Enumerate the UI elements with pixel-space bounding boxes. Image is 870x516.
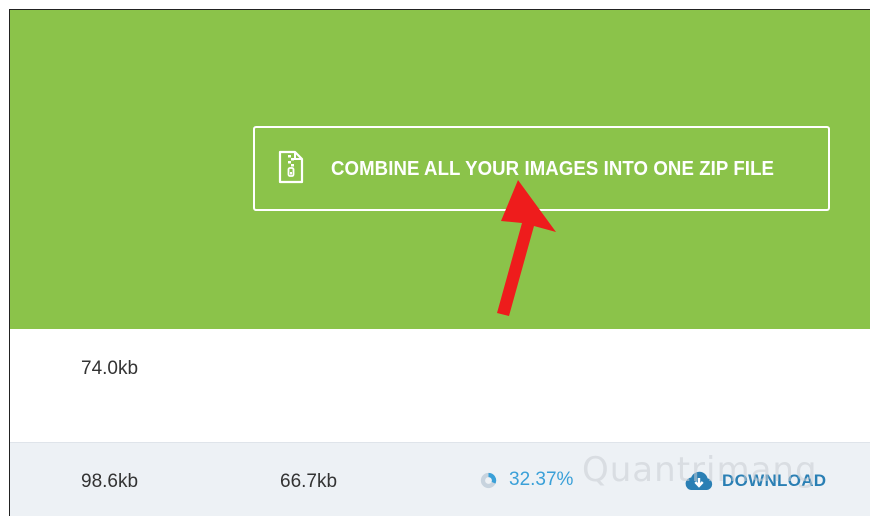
- savings-percent: 32.37%: [509, 469, 574, 490]
- table-row: 74.0kb: [10, 329, 870, 442]
- download-button[interactable]: DOWNLOAD: [684, 470, 826, 492]
- zip-file-icon: [278, 150, 304, 184]
- new-size: 66.7kb: [280, 471, 338, 492]
- cloud-download-icon: [685, 471, 713, 490]
- combine-zip-label: COMBINE ALL YOUR IMAGES INTO ONE ZIP FIL…: [331, 158, 775, 180]
- original-size: 74.0kb: [81, 358, 139, 379]
- savings-indicator: 32.37%: [480, 469, 573, 491]
- combine-zip-button[interactable]: COMBINE ALL YOUR IMAGES INTO ONE ZIP FIL…: [253, 126, 830, 211]
- banner: COMBINE ALL YOUR IMAGES INTO ONE ZIP FIL…: [10, 10, 870, 329]
- table-row: 98.6kb 66.7kb 32.37% DOWNLOAD: [10, 442, 870, 516]
- app-window: COMBINE ALL YOUR IMAGES INTO ONE ZIP FIL…: [9, 9, 870, 516]
- original-size: 98.6kb: [81, 471, 139, 492]
- savings-pie-icon: [480, 472, 497, 488]
- download-label: DOWNLOAD: [722, 471, 827, 490]
